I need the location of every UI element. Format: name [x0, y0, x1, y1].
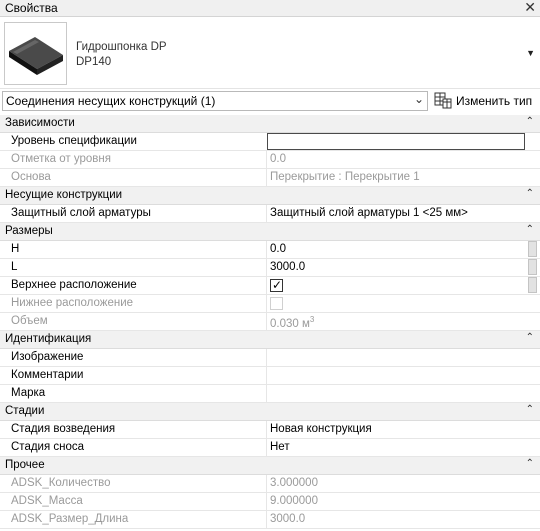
property-row[interactable]: L 3000.0 [0, 259, 540, 277]
property-row: Отметка от уровня 0.0 [0, 151, 540, 169]
property-name: Марка [11, 387, 46, 399]
section-label: Размеры [5, 225, 53, 237]
section-dependencies[interactable]: Зависимости ⌃ [0, 115, 540, 133]
collapse-icon[interactable]: ⌃ [526, 332, 534, 343]
property-value[interactable]: 0.0 [270, 243, 286, 255]
edit-type-icon [434, 92, 452, 109]
close-icon[interactable]: ✕ [524, 0, 536, 16]
element-filter-value: Соединения несущих конструкций (1) [6, 94, 216, 108]
section-label: Несущие конструкции [5, 189, 123, 201]
property-row[interactable]: Изображение [0, 349, 540, 367]
property-name: ADSK_Масса [11, 495, 83, 507]
section-other[interactable]: Прочее ⌃ [0, 457, 540, 475]
property-row[interactable]: Стадия сноса Нет [0, 439, 540, 457]
property-row: ADSK_Количество 3.000000 [0, 475, 540, 493]
property-grid: Зависимости ⌃ Уровень спецификации Отмет… [0, 115, 540, 529]
property-name: L [11, 261, 18, 273]
property-name: Стадия сноса [11, 441, 85, 453]
property-row[interactable]: Уровень спецификации [0, 133, 540, 151]
filter-bar: Соединения несущих конструкций (1) ⌄ Изм… [0, 89, 540, 115]
property-row[interactable]: Защитный слой арматуры Защитный слой арм… [0, 205, 540, 223]
property-row: Нижнее расположение [0, 295, 540, 313]
property-value: 0.030 м3 [270, 315, 314, 330]
property-row: ADSK_Масса 9.000000 [0, 493, 540, 511]
window-title: Свойства [5, 1, 58, 15]
property-name: Уровень спецификации [11, 135, 137, 147]
section-dimensions[interactable]: Размеры ⌃ [0, 223, 540, 241]
property-name: Верхнее расположение [11, 279, 137, 291]
value-scrollbar[interactable] [528, 241, 539, 295]
section-label: Стадии [5, 405, 45, 417]
property-name: Стадия возведения [11, 423, 116, 435]
section-phasing[interactable]: Стадии ⌃ [0, 403, 540, 421]
property-row: Основа Перекрытие : Перекрытие 1 [0, 169, 540, 187]
property-value[interactable]: 3000.0 [270, 261, 305, 273]
element-filter-select[interactable]: Соединения несущих конструкций (1) ⌄ [2, 91, 428, 111]
property-name: Нижнее расположение [11, 297, 134, 309]
type-selector[interactable]: Гидрошпонка DP DP140 ▼ [0, 17, 540, 89]
property-value[interactable]: Нет [270, 441, 290, 453]
section-label: Зависимости [5, 117, 75, 129]
top-placement-checkbox[interactable]: ✓ [270, 278, 283, 292]
section-label: Идентификация [5, 333, 92, 345]
section-identification[interactable]: Идентификация ⌃ [0, 331, 540, 349]
dropdown-arrow-icon[interactable]: ▼ [526, 48, 535, 58]
property-name: Отметка от уровня [11, 153, 111, 165]
schedule-level-input[interactable] [267, 133, 525, 150]
type-name: DP140 [76, 56, 112, 68]
property-value[interactable]: Защитный слой арматуры 1 <25 мм> [270, 207, 468, 219]
property-value[interactable]: Новая конструкция [270, 423, 372, 435]
volume-value: 0.030 м [270, 317, 310, 330]
chevron-down-icon[interactable]: ⌄ [414, 92, 424, 106]
property-value: 0.0 [270, 153, 286, 165]
property-value: 3000.0 [270, 513, 306, 525]
edit-type-label: Изменить тип [456, 94, 533, 108]
property-row[interactable]: Марка [0, 385, 540, 403]
volume-unit-exponent: 3 [309, 315, 315, 324]
edit-type-button[interactable]: Изменить тип [432, 91, 538, 111]
property-name: Основа [11, 171, 51, 183]
bottom-placement-checkbox [270, 297, 283, 310]
property-row: ADSK_Размер_Длина 3000.0 [0, 511, 540, 529]
property-row[interactable]: H 0.0 [0, 241, 540, 259]
collapse-icon[interactable]: ⌃ [526, 116, 534, 127]
property-row[interactable]: Верхнее расположение ✓ [0, 277, 540, 295]
property-name: H [11, 243, 20, 255]
property-row[interactable]: Стадия возведения Новая конструкция [0, 421, 540, 439]
property-row[interactable]: Комментарии [0, 367, 540, 385]
property-name: Объем [11, 315, 48, 327]
type-family-name: Гидрошпонка DP [76, 41, 167, 53]
properties-titlebar: Свойства ✕ [0, 0, 540, 17]
property-value: Перекрытие : Перекрытие 1 [270, 171, 420, 183]
checkmark-icon: ✓ [272, 278, 283, 292]
section-label: Прочее [5, 459, 45, 471]
collapse-icon[interactable]: ⌃ [526, 188, 534, 199]
section-structural[interactable]: Несущие конструкции ⌃ [0, 187, 540, 205]
property-row: Объем 0.030 м3 [0, 313, 540, 331]
property-name: ADSK_Количество [11, 477, 111, 489]
profile-bar-icon [4, 22, 67, 85]
property-value: 9.000000 [270, 495, 318, 507]
collapse-icon[interactable]: ⌃ [526, 458, 534, 469]
property-value: 3.000000 [270, 477, 318, 489]
property-name: Защитный слой арматуры [11, 207, 151, 219]
collapse-icon[interactable]: ⌃ [526, 224, 534, 235]
property-name: Изображение [11, 351, 84, 363]
property-name: Комментарии [11, 369, 84, 381]
collapse-icon[interactable]: ⌃ [526, 404, 534, 415]
property-name: ADSK_Размер_Длина [11, 513, 129, 525]
